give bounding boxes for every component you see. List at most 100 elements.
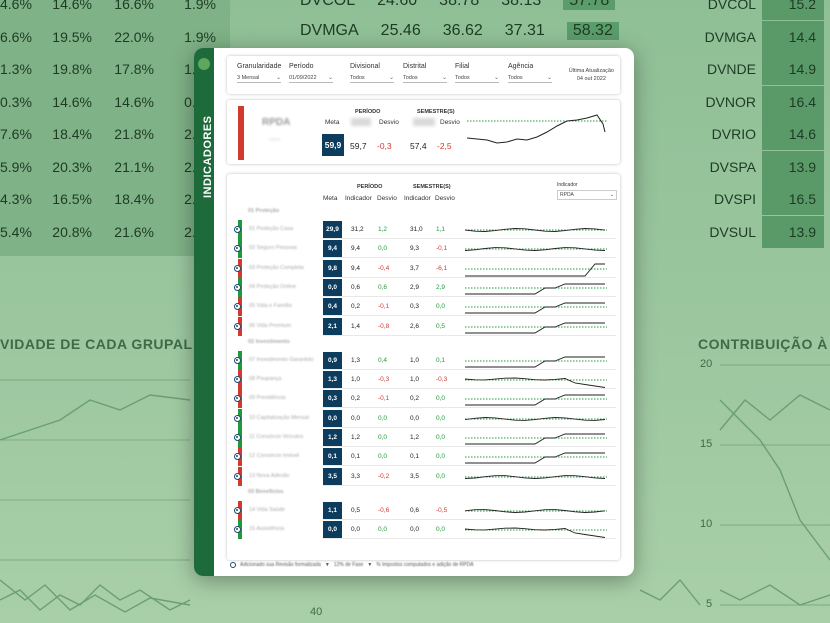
drill-marker-icon[interactable] (234, 506, 241, 514)
row-indicator-name: 06 Vida Premium (249, 322, 292, 329)
drill-marker-icon[interactable] (234, 414, 241, 422)
last-update-label: Última Atualização (568, 68, 614, 74)
table-row[interactable]: 02 Seguro Pessoas 9,4 9,4 0,0 9,3 -0,1 (227, 239, 620, 259)
drill-marker-icon[interactable] (234, 322, 241, 330)
row-semester-value: 3,5 (410, 472, 420, 480)
row-period-desvio: 0,0 (378, 245, 388, 253)
row-period-value: 0,0 (351, 526, 361, 534)
row-indicator-name: 10 Capitalização Mensal (249, 414, 309, 421)
chevron-down-icon: ⌄ (493, 75, 499, 81)
row-sparkline (465, 302, 607, 314)
filter-select[interactable]: 3 Mensal ⌄ (237, 74, 281, 83)
summary-desvio-label: Desvio (440, 119, 460, 126)
table-row[interactable]: 06 Vida Premium 2,1 1,4 -0,8 2,6 0,5 (227, 316, 620, 336)
table-desvio-header: Desvio (435, 195, 455, 202)
row-indicator-name: 01 Proteção Casa (249, 226, 294, 232)
table-desvio-header: Desvio (377, 195, 397, 202)
indicator-dropdown[interactable]: Indicador RPDA ⌄ (557, 182, 617, 200)
table-row[interactable]: 05 Vida e Família 0,4 0,2 -0,1 0,3 0,0 (227, 297, 620, 317)
filter-select[interactable]: Todos ⌄ (350, 74, 394, 83)
filter-value: Todos (455, 74, 470, 81)
row-meta-value: 29,9 (323, 221, 342, 238)
drill-marker-icon[interactable] (234, 264, 241, 272)
group-title: 03 Benefícios (248, 488, 284, 495)
filter-select[interactable]: Todos ⌄ (455, 74, 499, 83)
row-indicator-name: 13 Nova Adesão (249, 472, 290, 479)
row-period-desvio: -0,6 (378, 506, 390, 514)
row-indicator-name: 05 Vida e Família (249, 303, 292, 310)
summary-panel: RPDA ▭▭ PERÍODO SEMESTRE(S) Meta Desvio … (227, 100, 620, 164)
row-period-value: 9,4 (351, 264, 361, 272)
row-period-value: 1,4 (351, 322, 361, 330)
table-row[interactable]: 12 Consórcio Imóvel 0,1 0,1 0,0 0,1 0,0 (227, 447, 620, 467)
row-semester-desvio: 0,1 (436, 356, 446, 364)
row-indicator-name: 15 Assistência (249, 526, 285, 533)
row-semester-value: 0,1 (410, 453, 420, 461)
chevron-down-icon: ⌄ (275, 75, 281, 81)
table-row[interactable]: 13 Nova Adesão 3,5 3,3 -0,2 3,5 0,0 (227, 466, 620, 486)
footnote-text: 12% de Fase (333, 562, 364, 568)
filter-value: Todos (508, 74, 523, 81)
row-meta-value: 0,0 (323, 521, 342, 539)
row-meta-value: 0,1 (323, 448, 342, 466)
summary-period-value: 59,7 (350, 141, 367, 151)
table-row[interactable]: 08 Poupança 1,3 1,0 -0,3 1,0 -0,3 (227, 370, 620, 390)
filter-select[interactable]: Todos ⌄ (508, 74, 552, 83)
table-row[interactable]: 04 Proteção Online 0,0 0,6 0,6 2,9 2,9 (227, 277, 620, 297)
drill-marker-icon[interactable] (234, 226, 241, 233)
row-period-desvio: -0,3 (378, 376, 390, 384)
filter-dropdown[interactable]: Distrital Todos ⌄ (403, 63, 447, 83)
table-row[interactable]: 01 Proteção Casa 29,9 31,2 1,2 31,0 1,1 (227, 220, 620, 239)
summary-period-header: PERÍODO (355, 109, 381, 115)
drill-marker-icon[interactable] (234, 434, 241, 441)
table-row[interactable]: 07 Investimento Garantido 0,9 1,3 0,4 1,0 0,1 (227, 350, 620, 370)
table-row[interactable]: 14 Vida Saúde 1,1 0,5 -0,6 0,6 -0,5 (227, 500, 620, 520)
filter-label: Agência (508, 63, 534, 70)
filter-dropdown[interactable]: Granularidade 3 Mensal ⌄ (237, 63, 281, 83)
row-meta-value: 0,0 (323, 409, 342, 427)
table-row[interactable]: 09 Previdência 0,3 0,2 -0,1 0,2 0,0 (227, 389, 620, 409)
table-row[interactable]: 15 Assistência 0,0 0,0 0,0 0,0 0,0 (227, 520, 620, 540)
row-semester-value: 1,0 (410, 356, 420, 364)
summary-semester-header: SEMESTRE(S) (417, 109, 455, 115)
row-period-value: 0,0 (351, 414, 361, 422)
row-period-desvio: -0,2 (378, 472, 390, 480)
filter-label: Distrital (403, 63, 427, 70)
last-update: Última Atualização 04 out 2022 (569, 67, 614, 83)
row-indicator-name: 12 Consórcio Imóvel (249, 453, 300, 460)
row-period-value: 0,1 (351, 453, 361, 461)
filter-dropdown[interactable]: Divisional Todos ⌄ (350, 63, 394, 83)
table-row[interactable]: 03 Proteção Completa 9,8 9,4 -0,4 3,7 -6,1 (227, 258, 620, 278)
row-semester-value: 0,3 (410, 303, 420, 311)
row-semester-desvio: 0,0 (436, 414, 446, 422)
filter-dropdown[interactable]: Período 01/09/2022 ⌄ (289, 63, 333, 83)
group-title: 02 Investimento (248, 338, 290, 345)
filter-dropdown[interactable]: Agência Todos ⌄ (508, 63, 552, 83)
filter-dropdown[interactable]: Filial Todos ⌄ (455, 63, 499, 83)
row-period-desvio: -0,8 (378, 322, 390, 330)
row-semester-desvio: 1,1 (436, 226, 446, 233)
row-indicator-name: 04 Proteção Online (249, 283, 297, 290)
row-sparkline (465, 356, 607, 368)
footnote-text: Adicionado sua Revisão formalizada (240, 562, 321, 568)
filter-select[interactable]: 01/09/2022 ⌄ (289, 74, 333, 83)
chevron-down-icon: ⌄ (388, 75, 394, 81)
row-semester-desvio: 2,9 (436, 283, 446, 291)
table-row[interactable]: 10 Capitalização Mensal 0,0 0,0 0,0 0,0 0,0 (227, 408, 620, 428)
sparkline-series (465, 263, 605, 277)
row-semester-desvio: -0,1 (436, 245, 448, 253)
row-period-desvio: -0,1 (378, 395, 390, 403)
last-update-date: 04 out 2022 (576, 76, 606, 82)
filter-select[interactable]: Todos ⌄ (403, 74, 447, 83)
drill-marker-icon[interactable] (234, 472, 241, 480)
row-period-desvio: 0,4 (378, 356, 388, 364)
indicators-table: PERÍODO SEMESTRE(S) Meta Indicador Desvi… (227, 174, 620, 560)
row-period-desvio: 0,0 (378, 414, 388, 422)
sidebar-logo-icon (198, 58, 210, 70)
indicator-dropdown-field[interactable]: RPDA ⌄ (557, 190, 617, 200)
filter-label: Divisional (350, 63, 380, 70)
drill-marker-icon[interactable] (234, 283, 241, 291)
summary-meta-label: Meta (325, 119, 340, 126)
drill-marker-icon[interactable] (234, 356, 241, 364)
table-row[interactable]: 11 Consórcio Veículos 1,2 1,2 0,0 1,2 0,0 (227, 428, 620, 447)
